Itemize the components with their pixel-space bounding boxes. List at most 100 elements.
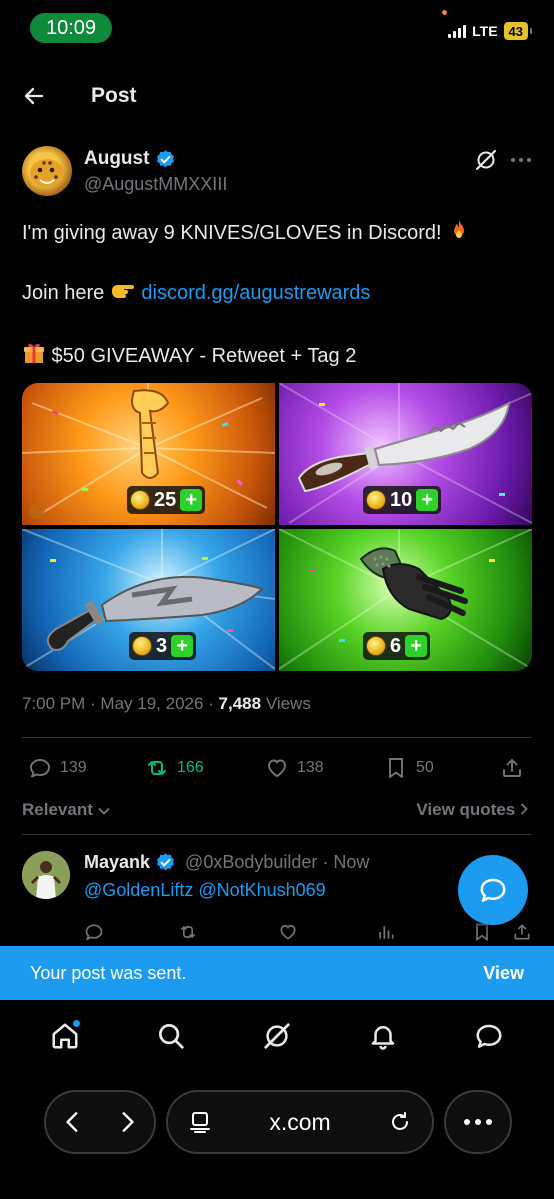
plus-icon: + [416,489,439,511]
author-name-row[interactable]: August [84,148,176,170]
person-photo-icon [22,851,70,899]
media-tile-2[interactable]: 10 + [279,383,532,525]
heart-icon [280,924,296,940]
relevant-filter[interactable]: Relevant [22,800,110,820]
analytics-icon [379,926,394,939]
bookmark-button[interactable]: 50 [384,756,434,780]
privacy-indicator-dot [442,10,447,15]
pointing-hand-emoji-icon [111,285,134,298]
coin-badge: 6 + [363,632,431,660]
reply-share-button[interactable] [512,922,532,947]
post-meta: 7:00 PM · May 19, 2026 · 7,488 Views [22,694,311,714]
heart-icon [268,759,286,777]
reply-author-row[interactable]: Mayank @0xBodybuilder · Now [84,852,369,873]
share-icon [503,759,521,777]
bookmark-count: 50 [416,759,434,776]
verified-badge-icon [157,853,175,871]
reply-reply-button[interactable] [84,922,104,947]
coin-badge: 10 + [363,486,442,514]
nav-search[interactable] [151,1016,191,1056]
nav-home[interactable] [45,1016,85,1056]
fire-emoji-icon [454,220,465,238]
tabs-icon[interactable] [188,1110,212,1134]
more-options-icon[interactable] [510,156,532,164]
view-quotes-label: View quotes [416,800,516,819]
reply-handle[interactable]: @0xBodybuilder · Now [185,852,369,873]
reply-author-name[interactable]: Mayank [84,852,150,873]
gift-emoji-icon [24,343,44,363]
nav-notifications[interactable] [363,1016,403,1056]
browser-menu-button[interactable] [444,1090,512,1154]
media-tile-4[interactable]: 6 + [279,529,532,671]
grok-icon[interactable] [474,148,498,172]
bottom-nav [0,1004,554,1068]
coin-icon [366,490,386,510]
plus-icon: + [171,635,194,657]
ellipsis-icon [464,1119,492,1125]
post-text-line-1: I'm giving away 9 KNIVES/GLOVES in Disco… [22,218,471,245]
browser-back-icon[interactable] [60,1109,86,1135]
repost-icon [180,925,196,939]
coin-icon [130,490,150,510]
toast-view-button[interactable]: View [483,963,524,984]
coin-amount: 10 [390,488,413,511]
repost-button[interactable]: 166 [145,756,204,780]
grok-icon [264,1023,290,1049]
reply-bookmark-button[interactable] [472,922,492,947]
author-avatar[interactable] [22,146,72,196]
reply-text[interactable]: @GoldenLiftz @NotKhush069 [84,880,326,901]
reply-like-button[interactable] [278,922,298,947]
post-timestamp: 7:00 PM · May 19, 2026 · [22,694,219,713]
nav-grok[interactable] [257,1016,297,1056]
divider [22,737,532,738]
media-tile-3[interactable]: 3 + [22,529,275,671]
views-count: 7,488 [218,694,262,713]
notifications-icon [371,1026,395,1050]
repost-count: 166 [177,759,204,776]
like-button[interactable]: 138 [265,756,324,780]
coin-amount: 3 [156,634,168,657]
url-bar[interactable]: x.com [166,1090,434,1154]
nav-messages[interactable] [469,1016,509,1056]
plus-icon: + [405,635,428,657]
reply-avatar[interactable] [22,851,70,899]
browser-forward-icon[interactable] [114,1109,140,1135]
reply-button[interactable]: 139 [28,756,87,780]
verified-badge-icon [157,149,175,167]
relevant-label: Relevant [22,800,93,819]
coin-amount: 6 [390,634,402,657]
post-media-grid[interactable]: 25 + 10 + 3 + 6 + [22,383,532,671]
discord-link[interactable]: discord.gg/augustrewards [141,282,370,304]
plus-icon: + [180,489,203,511]
coin-icon [132,636,152,656]
reply-views-button[interactable] [376,922,396,947]
author-handle[interactable]: @AugustMMXXIII [84,174,227,195]
back-arrow-icon[interactable] [22,84,46,108]
page-title: Post [91,84,137,107]
reply-bubble-icon [480,878,506,902]
view-quotes-link[interactable]: View quotes [416,800,528,820]
coin-icon [366,636,386,656]
status-right: LTE 43 [448,22,533,40]
chevron-right-icon [520,803,528,815]
author-name[interactable]: August [84,148,149,170]
compose-reply-fab[interactable] [458,855,528,925]
repost-icon [148,761,166,775]
share-button[interactable] [500,756,524,780]
signal-icon [448,24,467,38]
like-count: 138 [297,759,324,776]
reply-icon [85,924,103,941]
media-tile-1[interactable]: 25 + [22,383,275,525]
post-text-line-3: $50 GIVEAWAY - Retweet + Tag 2 [22,341,356,368]
jaguar-avatar-icon [30,159,64,187]
status-time: 10:09 [30,13,112,43]
browser-nav-pill [44,1090,156,1154]
reply-count: 139 [60,759,87,776]
bookmark-icon [476,923,488,942]
reload-icon[interactable] [388,1110,412,1134]
divider [22,834,532,835]
views-label: Views [261,694,311,713]
toast-message: Your post was sent. [30,962,187,983]
reply-repost-button[interactable] [178,922,198,947]
url-text[interactable]: x.com [269,1109,330,1136]
